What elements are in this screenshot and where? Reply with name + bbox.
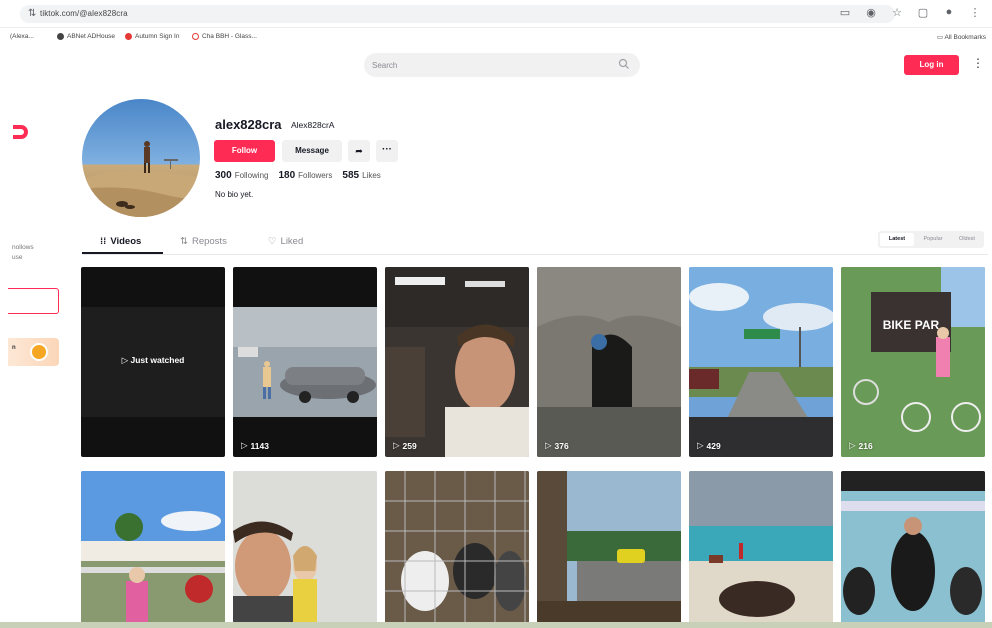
bookmark-icon [192,33,199,40]
view-count: ▷ 259 [393,440,417,451]
svg-text:BIKE PAR: BIKE PAR [883,318,940,332]
video-thumbnail [81,471,225,623]
bookmark-1[interactable]: (Alexa... [10,33,34,40]
play-icon: ▷ [545,440,552,450]
sidebar-partial-text: nollows use [12,244,34,261]
profile-tabs: ⁞⁞ Videos ⇅ Reposts ♡ Liked [82,234,988,256]
video-card[interactable] [385,471,529,623]
address-bar[interactable] [20,5,895,23]
eye-icon[interactable]: ◉ [864,6,878,19]
avatar[interactable] [82,99,200,217]
bookmark-3[interactable]: Autumn Sign In [125,33,179,40]
video-thumbnail [385,267,529,457]
bookmark-icon [125,33,132,40]
sort-popular[interactable]: Popular [916,231,950,248]
repost-icon: ⇅ [180,236,188,247]
browser-toolbar: ⇅ tiktok.com/@alex828cra ▭ ◉ ☆ ▢ ● ⋮ [0,0,992,28]
play-icon: ▷ [849,440,856,450]
video-thumbnail [537,267,681,457]
view-count: ▷ 1143 [241,440,269,451]
play-icon: ▷ [241,440,248,450]
video-thumbnail [841,471,985,623]
search-bar [364,53,640,77]
video-card[interactable] [841,471,985,623]
video-card[interactable]: BIKE PAR ▷ 216 [841,267,985,457]
video-thumbnail [385,471,529,623]
tab-liked[interactable]: ♡ Liked [268,236,303,247]
likes-stat: 585 Likes [342,170,381,181]
more-menu-icon[interactable]: ⋮ [972,56,984,70]
video-thumbnail [689,471,833,623]
bookmark-4[interactable]: Cha BBH - Glass... [192,33,257,40]
just-watched-label: ▷ Just watched [121,355,185,365]
follow-button[interactable]: Follow [214,140,275,162]
sidebar-promo[interactable]: n [8,338,59,366]
play-icon: ▷ [393,440,400,450]
profile-icon[interactable]: ● [942,6,956,19]
video-thumbnail: BIKE PAR [841,267,985,457]
video-thumbnail [689,267,833,457]
video-card[interactable] [81,471,225,623]
profile-stats: 300 Following 180 Followers 585 Likes [215,170,381,181]
video-card[interactable]: ▷ Just watched [81,267,225,457]
extension-icon[interactable]: ▢ [916,6,930,19]
profile-bio: No bio yet. [215,190,254,199]
following-stat[interactable]: 300 Following [215,170,268,181]
login-button[interactable]: Log in [904,55,959,75]
more-options-button[interactable]: ··· [376,140,398,162]
tab-videos[interactable]: ⁞⁞ Videos [100,236,141,247]
video-card[interactable] [689,471,833,623]
bottom-edge [0,622,992,628]
play-icon: ▷ [697,440,704,450]
profile-nickname: Alex828crA [291,120,335,130]
active-tab-indicator [82,252,163,254]
search-input[interactable] [372,58,602,72]
sort-toggle: Latest Popular Oldest [878,231,984,248]
video-card[interactable]: ▷ 259 [385,267,529,457]
view-count: ▷ 376 [545,440,569,451]
view-count: ▷ 216 [849,440,873,451]
video-card[interactable]: ▷ 429 [689,267,833,457]
grid-icon: ⁞⁞ [100,236,107,247]
video-card[interactable]: ▷ 376 [537,267,681,457]
video-card[interactable] [233,471,377,623]
coin-icon [30,343,48,361]
video-card[interactable] [537,471,681,623]
message-button[interactable]: Message [282,140,342,162]
url-text[interactable]: tiktok.com/@alex828cra [40,9,128,18]
heart-icon: ♡ [268,236,277,247]
all-bookmarks[interactable]: ▭ All Bookmarks [937,33,986,41]
browser-menu-icon[interactable]: ⋮ [968,6,982,19]
video-thumbnail [537,471,681,623]
profile-username: alex828cra [215,117,282,132]
tabs-divider [82,254,988,255]
sidebar-login-box[interactable] [8,288,59,314]
sort-oldest[interactable]: Oldest [950,231,984,248]
star-icon[interactable]: ☆ [890,6,904,19]
sort-latest[interactable]: Latest [880,233,914,246]
video-card[interactable]: ▷ 1143 [233,267,377,457]
site-info-icon[interactable]: ⇅ [28,8,36,19]
avatar-image [82,141,200,217]
video-thumbnail [233,307,377,417]
tiktok-logo-icon[interactable] [11,125,29,139]
view-count: ▷ 429 [697,440,721,451]
share-icon[interactable]: ➦ [348,140,370,162]
search-icon[interactable] [618,58,630,70]
bookmark-icon [57,33,64,40]
bookmarks-bar: (Alexa... ABNet ADHouse Autumn Sign In C… [0,28,992,46]
followers-stat[interactable]: 180 Followers [278,170,332,181]
bookmark-2[interactable]: ABNet ADHouse [57,33,115,40]
tab-reposts[interactable]: ⇅ Reposts [180,236,227,247]
browser-actions: ▭ ◉ ☆ ▢ ● ⋮ [838,6,982,19]
cast-icon[interactable]: ▭ [838,6,852,19]
video-thumbnail [233,471,377,623]
